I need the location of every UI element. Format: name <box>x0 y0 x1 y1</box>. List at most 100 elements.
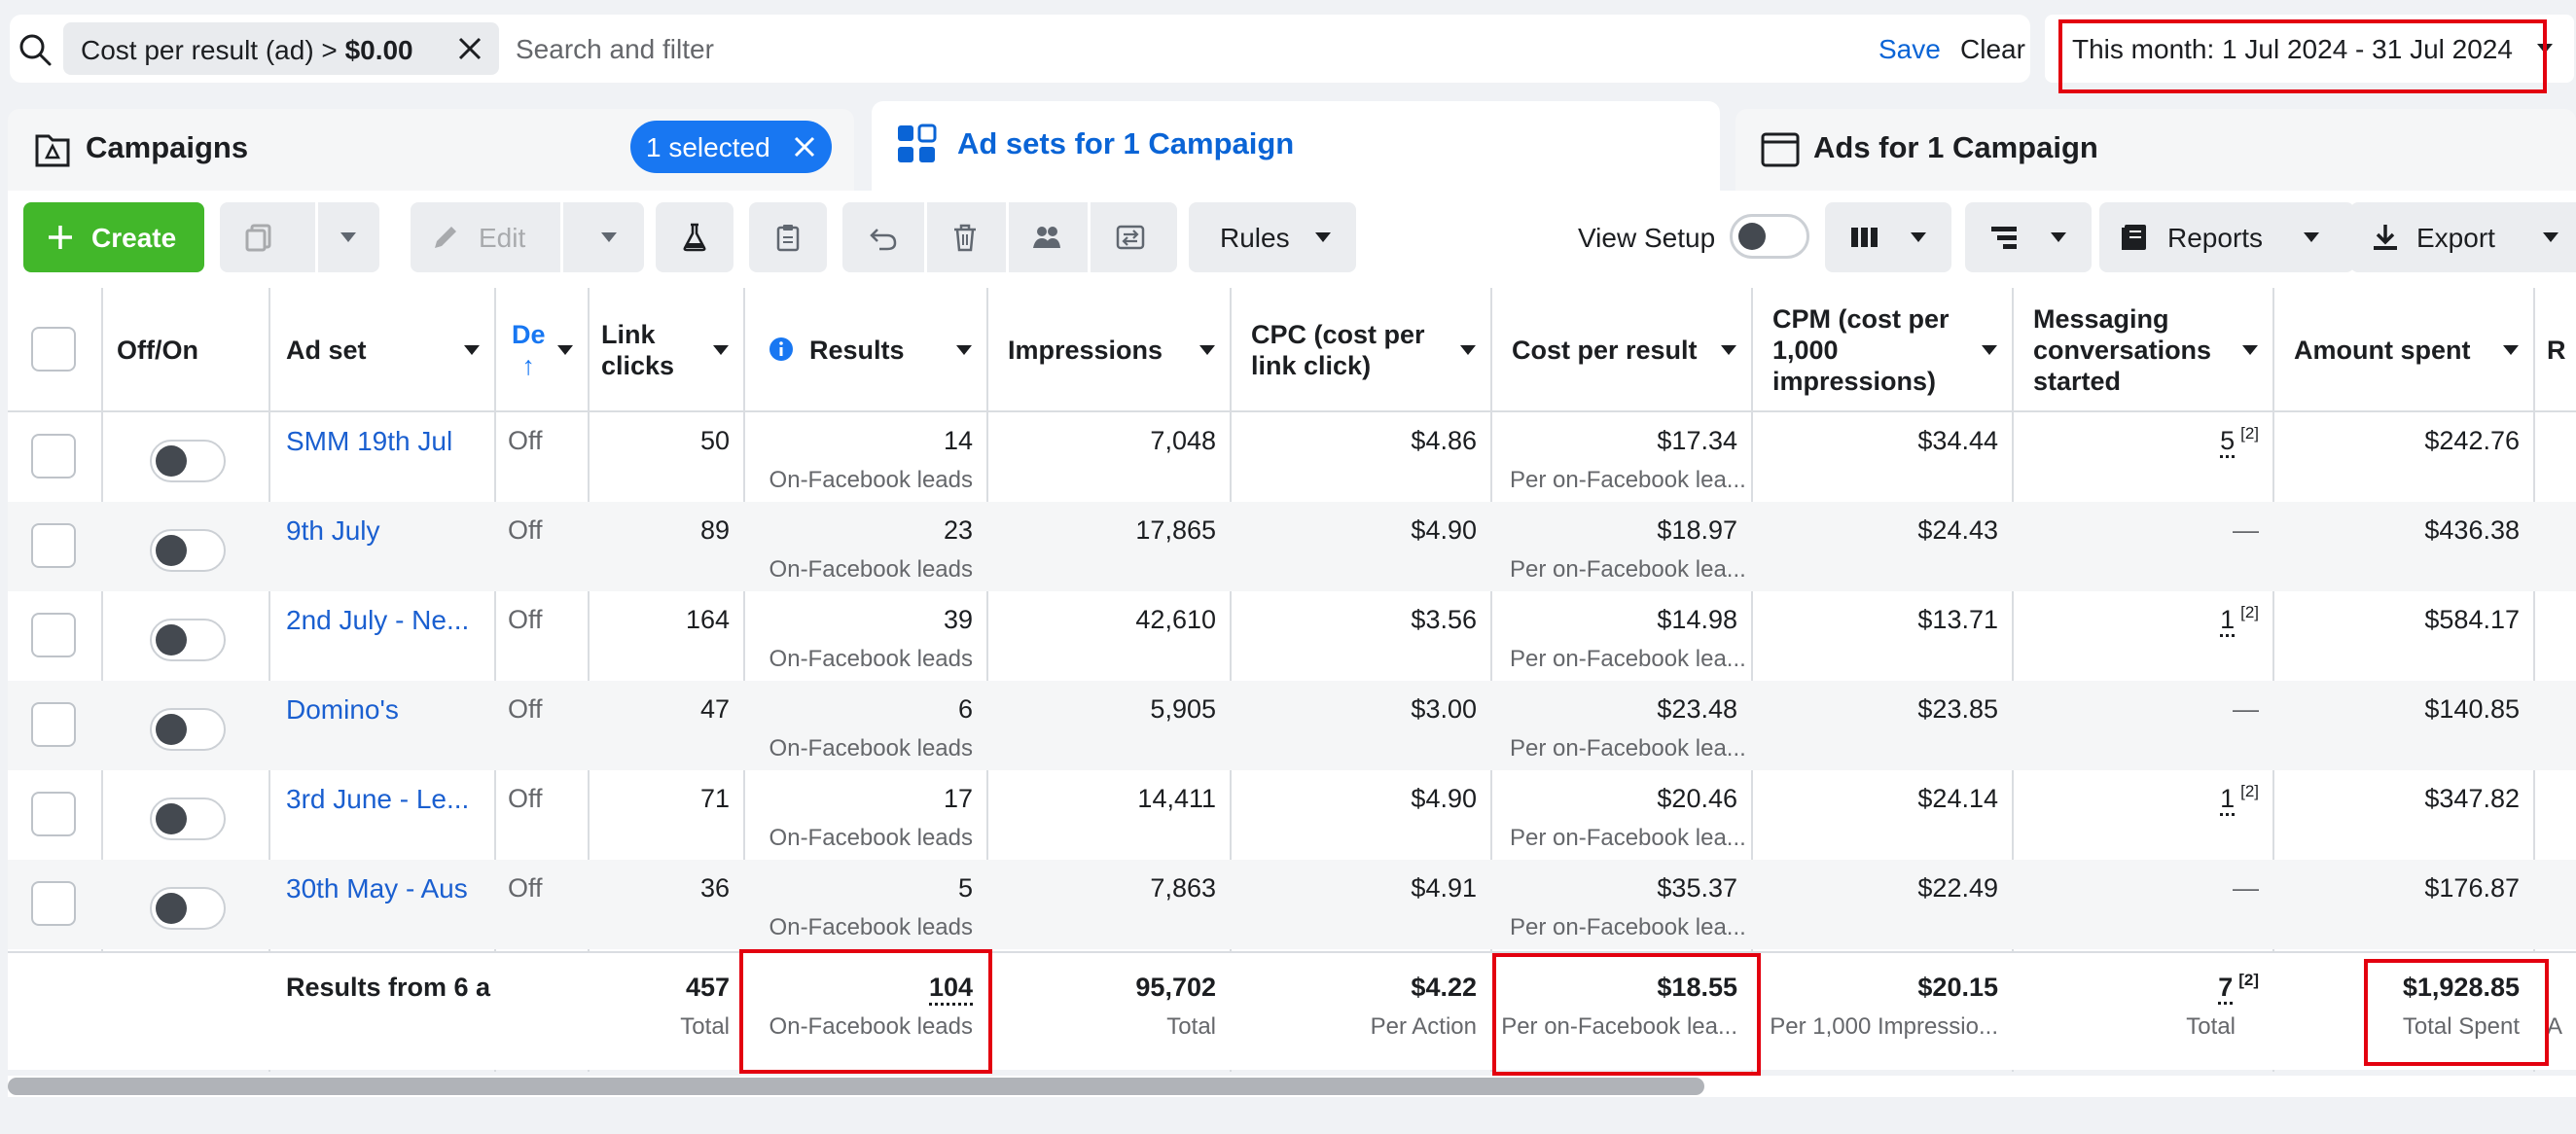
totals-spent-sub: Total Spent <box>2402 1013 2520 1040</box>
search-icon[interactable] <box>18 32 53 67</box>
totals-results-value[interactable]: 104 <box>928 973 973 1006</box>
row-checkbox[interactable] <box>31 523 76 568</box>
ad-set-name-link[interactable]: SMM 19th Jul <box>286 426 452 457</box>
totals-label: Results from 6 a <box>286 973 491 1002</box>
table-row: SMM 19th Jul Off 50 14 On-Facebook leads… <box>8 412 2576 502</box>
create-button[interactable]: Create <box>23 202 204 272</box>
row-link-clicks: 71 <box>588 770 743 860</box>
chevron-down-icon[interactable] <box>339 231 358 243</box>
totals-messaging-value[interactable]: 7 <box>2218 973 2234 1005</box>
clipboard-button[interactable] <box>749 202 827 272</box>
breakdown-button[interactable] <box>1965 202 2092 272</box>
row-checkbox[interactable] <box>31 792 76 836</box>
tab-ad-sets[interactable]: Ad sets for 1 Campaign <box>872 101 1720 191</box>
header-cost-per-result[interactable]: Cost per result <box>1490 288 1751 412</box>
select-all-checkbox[interactable] <box>31 327 76 372</box>
rules-button[interactable]: Rules <box>1189 202 1356 272</box>
search-input[interactable]: Search and filter <box>516 34 714 65</box>
duplicate-button[interactable] <box>220 202 379 272</box>
row-results: 5 On-Facebook leads <box>743 860 986 949</box>
row-off-on-toggle[interactable] <box>150 887 226 930</box>
row-cpm: $22.49 <box>1751 860 2012 949</box>
header-next-column-label: R <box>2547 336 2566 365</box>
row-cpm-value: $34.44 <box>1917 426 1998 455</box>
row-checkbox[interactable] <box>31 881 76 926</box>
row-off-on-toggle[interactable] <box>150 440 226 482</box>
transfer-icon[interactable] <box>1115 222 1146 253</box>
row-checkbox[interactable] <box>31 613 76 657</box>
header-ad-set[interactable]: Ad set <box>268 288 494 412</box>
date-range-picker[interactable]: This month: 1 Jul 2024 - 31 Jul 2024 <box>2045 15 2574 83</box>
tab-ads[interactable]: Ads for 1 Campaign <box>1735 109 2576 191</box>
filter-chip[interactable]: Cost per result (ad) > $0.00 <box>63 22 499 75</box>
save-button[interactable]: Save <box>1878 34 1941 65</box>
row-checkbox[interactable] <box>31 702 76 747</box>
header-delivery[interactable]: De ↑ <box>494 288 588 412</box>
undo-icon[interactable] <box>868 222 899 253</box>
row-cost-per-result: $23.48 Per on-Facebook lea... <box>1490 681 1751 770</box>
row-messaging-value[interactable]: 1 <box>2220 605 2236 637</box>
row-cpr-value: $35.37 <box>1657 873 1737 903</box>
row-cpc: $4.90 <box>1230 502 1490 591</box>
header-impressions-label: Impressions <box>1008 336 1163 365</box>
row-spent-value: $140.85 <box>2424 694 2520 724</box>
row-messaging-value: — <box>2233 873 2259 903</box>
row-off-on-toggle[interactable] <box>150 708 226 751</box>
chevron-down-icon[interactable] <box>599 231 619 243</box>
people-icon[interactable] <box>1031 222 1062 253</box>
ad-set-name-link[interactable]: 30th May - Aus <box>286 873 468 904</box>
ad-set-name-link[interactable]: 9th July <box>286 515 380 547</box>
header-cpm[interactable]: CPM (cost per 1,000 impressions) <box>1751 288 2012 412</box>
row-results-sub: On-Facebook leads <box>769 646 973 672</box>
row-results-sub: On-Facebook leads <box>769 825 973 851</box>
header-cpc[interactable]: CPC (cost per link click) <box>1230 288 1490 412</box>
chevron-down-icon <box>1199 345 1215 355</box>
row-messaging-value[interactable]: 1 <box>2220 784 2236 816</box>
ad-set-name-link[interactable]: Domino's <box>286 694 399 726</box>
row-off-on-toggle[interactable] <box>150 529 226 572</box>
header-results[interactable]: Results <box>743 288 986 412</box>
row-impressions: 7,863 <box>986 860 1230 949</box>
row-off-on-toggle[interactable] <box>150 797 226 840</box>
row-cpr-sub: Per on-Facebook lea... <box>1510 825 1746 851</box>
close-icon[interactable] <box>456 35 483 62</box>
button-divider <box>1006 202 1009 272</box>
edit-button[interactable]: Edit <box>411 202 644 272</box>
header-next-column[interactable]: R <box>2533 288 2576 412</box>
header-amount-spent-label: Amount spent <box>2294 336 2471 365</box>
header-amount-spent[interactable]: Amount spent <box>2272 288 2533 412</box>
ab-test-button[interactable] <box>656 202 733 272</box>
row-cpc: $3.56 <box>1230 591 1490 681</box>
totals-cpm-value: $20.15 <box>1917 973 1998 1002</box>
trash-icon[interactable] <box>949 222 981 253</box>
filter-bar: Cost per result (ad) > $0.00 Search and … <box>10 15 2030 83</box>
chevron-down-icon <box>557 345 573 355</box>
clear-button[interactable]: Clear <box>1960 34 2025 65</box>
header-link-clicks[interactable]: Link clicks <box>588 288 743 412</box>
row-impressions-value: 42,610 <box>1135 605 1216 634</box>
header-messaging-line2: conversations <box>2033 336 2212 365</box>
ad-set-name-link[interactable]: 2nd July - Ne... <box>286 605 469 636</box>
row-checkbox[interactable] <box>31 434 76 478</box>
close-icon[interactable] <box>793 135 816 159</box>
totals-messaging: 7 [2] Total <box>2012 953 2272 1070</box>
row-cpm-value: $24.14 <box>1917 784 1998 813</box>
reports-button[interactable]: Reports <box>2099 202 2354 272</box>
horizontal-scrollbar[interactable] <box>8 1078 1704 1095</box>
info-icon[interactable] <box>769 337 794 362</box>
row-messaging-value[interactable]: 5 <box>2220 426 2236 458</box>
row-messaging: 5 [2] <box>2012 412 2272 502</box>
columns-button[interactable] <box>1825 202 1951 272</box>
row-cpc: $4.86 <box>1230 412 1490 502</box>
header-impressions[interactable]: Impressions <box>986 288 1230 412</box>
view-setup-toggle[interactable] <box>1730 214 1809 259</box>
header-cpm-line2: 1,000 <box>1772 336 1839 365</box>
totals-link-clicks-sub: Total <box>680 1013 730 1040</box>
row-cpm: $24.14 <box>1751 770 2012 860</box>
selected-pill[interactable]: 1 selected <box>630 121 832 173</box>
export-button[interactable]: Export <box>2350 202 2576 272</box>
row-off-on-toggle[interactable] <box>150 619 226 661</box>
row-link-clicks: 47 <box>588 681 743 770</box>
ad-set-name-link[interactable]: 3rd June - Le... <box>286 784 469 815</box>
header-messaging[interactable]: Messaging conversations started <box>2012 288 2272 412</box>
